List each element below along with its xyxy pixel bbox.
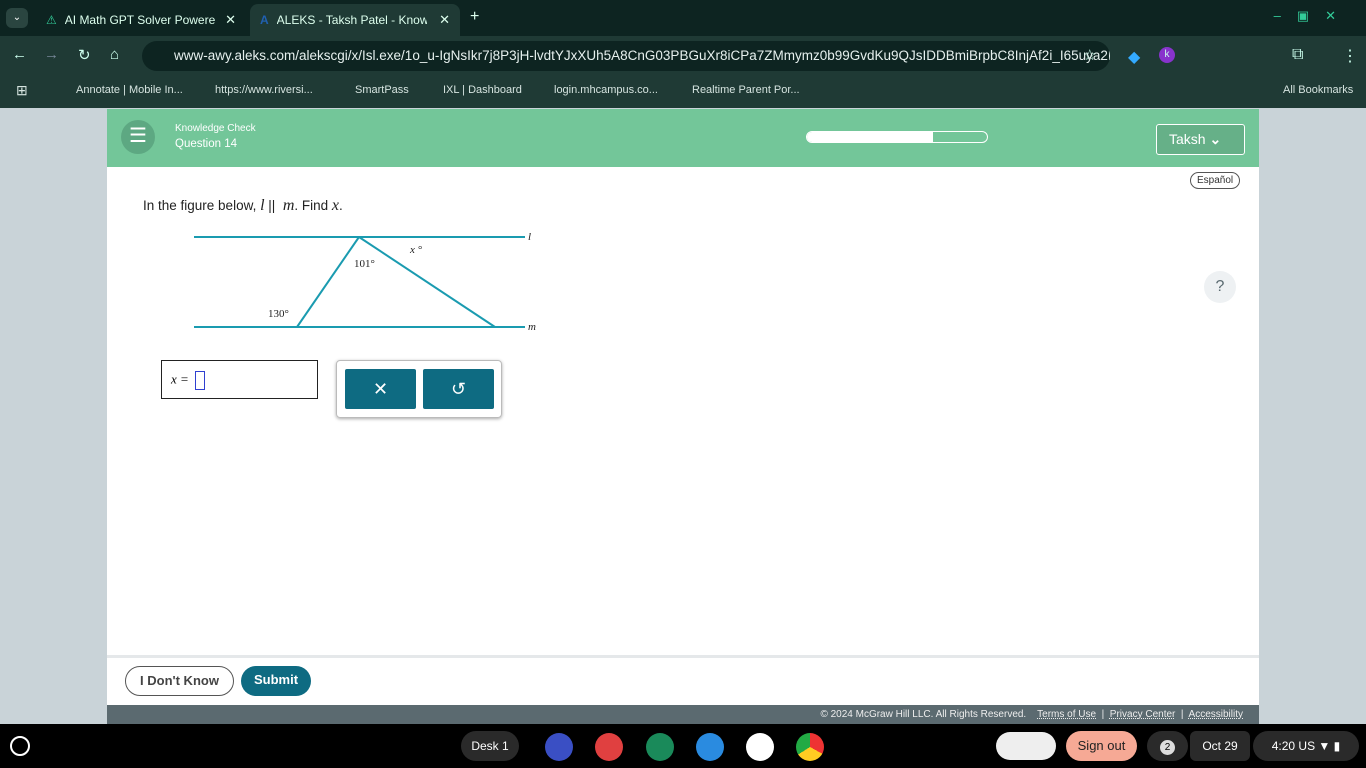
classroom-app-icon[interactable]	[646, 733, 674, 761]
wifi-icon: ▼	[1318, 739, 1331, 753]
new-tab-button[interactable]: +	[470, 8, 479, 26]
angle-130: 130°	[268, 308, 289, 320]
window-previews[interactable]	[996, 732, 1056, 760]
clear-button[interactable]: ✕	[345, 369, 416, 409]
x-icon: ✕	[372, 379, 389, 399]
terms-link[interactable]: Terms of Use	[1037, 709, 1096, 720]
notifications-button[interactable]: 2	[1147, 731, 1188, 761]
label-l: l	[528, 231, 531, 243]
files-app-icon[interactable]	[696, 733, 724, 761]
bookmark[interactable]: IXL | Dashboard	[443, 84, 522, 96]
footer-actions: I Don't Know Submit	[107, 655, 1259, 705]
aleks-favicon-icon: A	[260, 13, 269, 27]
desk-button[interactable]: Desk 1	[461, 731, 519, 761]
progress-bar	[806, 131, 988, 143]
close-tab-icon[interactable]: ✕	[225, 12, 236, 28]
tab-search-button[interactable]: ⌄	[6, 8, 28, 28]
sign-out-button[interactable]: Sign out	[1066, 731, 1137, 761]
tab-favicon-icon: ⚠	[46, 13, 57, 27]
dont-know-button[interactable]: I Don't Know	[125, 666, 234, 696]
canvas-app-icon[interactable]	[595, 733, 623, 761]
menu-dots-icon[interactable]: ⋮	[1342, 46, 1358, 66]
apps-icon[interactable]: ⊞	[16, 82, 28, 99]
privacy-link[interactable]: Privacy Center	[1110, 709, 1176, 720]
reload-icon[interactable]: ↻	[78, 46, 91, 64]
aleks-page: ☰ Knowledge Check Question 14 Taksh ⌄ Es…	[107, 109, 1259, 724]
bookmark[interactable]: https://www.riversi...	[215, 84, 313, 96]
browser-toolbar: ← → ↻ ⌂ www-awy.aleks.com/alekscgi/x/Isl…	[0, 36, 1366, 76]
bookmark[interactable]: Realtime Parent Por...	[692, 84, 800, 96]
launcher-icon[interactable]	[10, 736, 30, 756]
battery-icon: ▮	[1333, 739, 1341, 753]
extensions-icon[interactable]: ⧉	[1292, 46, 1303, 64]
menu-icon[interactable]: ☰	[121, 120, 155, 154]
question-text: In the figure below, l || m. Find x.	[143, 197, 343, 214]
all-bookmarks[interactable]: All Bookmarks	[1283, 84, 1353, 96]
taskbar: Desk 1 Sign out 2 Oct 29 4:20 US ▼ ▮	[0, 724, 1366, 768]
undo-button[interactable]: ↺	[423, 369, 494, 409]
label-m: m	[528, 321, 536, 333]
tab-strip: ⌄ ⚠AI Math GPT Solver Powered by✕ AALEKS…	[0, 0, 1366, 36]
parallel-lines-figure: l m 101° x ° 130°	[194, 231, 536, 333]
system-tray[interactable]: 4:20 US ▼ ▮	[1253, 731, 1359, 761]
close-tab-icon[interactable]: ✕	[439, 12, 450, 28]
kami-extension-icon[interactable]: k	[1159, 47, 1175, 63]
submit-button[interactable]: Submit	[241, 666, 311, 696]
answer-toolbox: ✕ ↺	[336, 360, 502, 418]
progress-fill	[807, 132, 933, 142]
home-icon[interactable]: ⌂	[110, 46, 119, 63]
transversal-right	[358, 236, 496, 328]
window-controls[interactable]: –▣✕	[1274, 8, 1352, 24]
tab-ai-math[interactable]: ⚠AI Math GPT Solver Powered by✕	[36, 4, 246, 36]
header: ☰ Knowledge Check Question 14 Taksh ⌄	[107, 109, 1259, 167]
address-bar[interactable]: www-awy.aleks.com/alekscgi/x/Isl.exe/1o_…	[142, 41, 1110, 71]
angle-x: x °	[409, 244, 423, 256]
accessibility-link[interactable]: Accessibility	[1189, 709, 1243, 720]
date[interactable]: Oct 29	[1190, 731, 1250, 761]
forward-icon[interactable]: →	[44, 46, 59, 63]
angle-101: 101°	[354, 258, 375, 270]
answer-cursor-box[interactable]	[195, 371, 206, 390]
help-button[interactable]: ?	[1204, 271, 1236, 303]
chrome-app-icon[interactable]	[796, 733, 824, 761]
bookmark[interactable]: login.mhcampus.co...	[554, 84, 658, 96]
chevron-down-icon: ⌄	[1209, 131, 1222, 147]
undo-icon: ↺	[450, 379, 467, 399]
question-number: Question 14	[175, 138, 238, 150]
bookmark[interactable]: Annotate | Mobile In...	[76, 84, 183, 96]
kami-app-icon[interactable]	[545, 733, 573, 761]
bookmark[interactable]: SmartPass	[355, 84, 409, 96]
transversal-left	[296, 236, 360, 328]
espanol-button[interactable]: Español	[1190, 172, 1241, 189]
copyright-bar: © 2024 McGraw Hill LLC. All Rights Reser…	[107, 705, 1259, 724]
extension-icon[interactable]: ◆	[1128, 47, 1140, 67]
answer-input[interactable]: x =	[161, 360, 318, 399]
header-subtitle: Knowledge Check	[175, 123, 256, 134]
back-icon[interactable]: ←	[12, 46, 27, 63]
user-menu[interactable]: Taksh ⌄	[1156, 124, 1245, 155]
docs-app-icon[interactable]	[746, 733, 774, 761]
bookmark-star-icon[interactable]: ☆	[1083, 46, 1096, 64]
bookmarks-bar: ⊞ Annotate | Mobile In... https://www.ri…	[0, 76, 1366, 108]
tab-aleks[interactable]: AALEKS - Taksh Patel - Knowledg✕	[250, 4, 460, 36]
